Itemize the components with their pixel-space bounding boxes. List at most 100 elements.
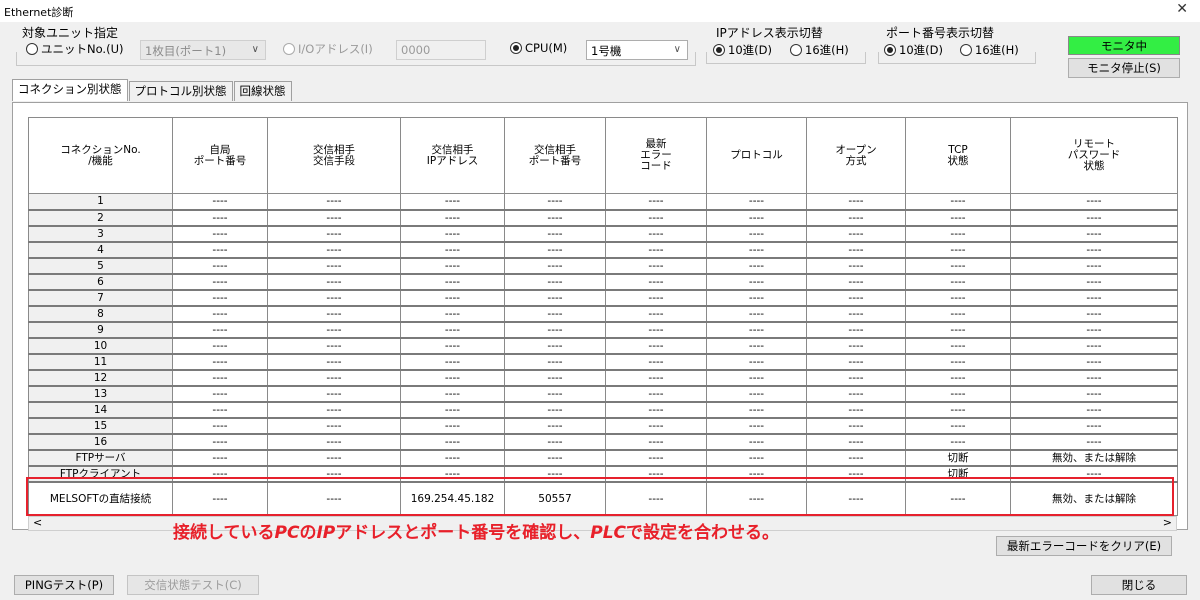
tab-line-status[interactable]: 回線状態 [233, 81, 292, 101]
table-cell: ---- [1010, 417, 1178, 435]
table-cell: ---- [605, 401, 707, 419]
table-cell: ---- [806, 401, 906, 419]
tab-protocol-status[interactable]: プロトコル別状態 [128, 81, 233, 101]
table-cell: ---- [806, 337, 906, 355]
target-unit-group-label: 対象ユニット指定 [22, 26, 119, 40]
row-label-cell: 11 [28, 353, 173, 371]
tab-connection-status[interactable]: コネクション別状態 [12, 79, 128, 101]
table-cell: ---- [400, 209, 505, 227]
annotation-text: 接続しているPCのIPアドレスとポート番号を確認し、PLCで設定を合わせる。 [173, 518, 779, 543]
table-row[interactable]: 7 ---- ---- ---- ---- ---- ---- ---- ---- ---- [28, 289, 1178, 307]
ip-display-group-frame [706, 52, 866, 64]
table-cell: ---- [1010, 321, 1178, 339]
table-cell: ---- [806, 481, 906, 516]
table-cell: ---- [172, 417, 268, 435]
table-cell: ---- [806, 449, 906, 467]
table-row[interactable]: 6 ---- ---- ---- ---- ---- ---- ---- ---- ---- [28, 273, 1178, 291]
port-display-group-frame [878, 52, 1036, 64]
table-cell: ---- [504, 225, 606, 243]
column-header[interactable]: プロトコル [706, 117, 807, 194]
close-icon[interactable]: ✕ [1176, 1, 1188, 17]
monitor-status-indicator: モニタ中 [1068, 36, 1180, 55]
table-cell: ---- [172, 385, 268, 403]
table-cell: ---- [806, 273, 906, 291]
table-cell: ---- [806, 353, 906, 371]
table-row[interactable]: 4 ---- ---- ---- ---- ---- ---- ---- ---- ---- [28, 241, 1178, 259]
table-cell: ---- [400, 433, 505, 451]
table-cell: 切断 [905, 465, 1011, 483]
table-cell: ---- [172, 449, 268, 467]
column-header[interactable]: 交信相手 ポート番号 [504, 117, 606, 194]
table-cell: ---- [905, 433, 1011, 451]
row-label-cell: 1 [28, 193, 173, 211]
table-row[interactable]: 13 ---- ---- ---- ---- ---- ---- ---- ---- ---- [28, 385, 1178, 403]
column-header[interactable]: オープン 方式 [806, 117, 906, 194]
monitor-stop-button[interactable]: モニタ停止(S) [1068, 58, 1180, 78]
table-cell: ---- [605, 417, 707, 435]
table-cell: ---- [706, 273, 807, 291]
table-cell: 無効、または解除 [1010, 449, 1178, 467]
table-row[interactable]: FTPクライアント ---- ---- ---- ---- ---- ---- ---- 切断 -… [28, 465, 1178, 483]
table-cell: ---- [905, 401, 1011, 419]
table-cell: ---- [706, 257, 807, 275]
table-row[interactable]: 8 ---- ---- ---- ---- ---- ---- ---- ---- ---- [28, 305, 1178, 323]
table-row[interactable]: 9 ---- ---- ---- ---- ---- ---- ---- ---- ---- [28, 321, 1178, 339]
table-cell: ---- [504, 289, 606, 307]
table-cell: ---- [706, 417, 807, 435]
table-cell: ---- [400, 449, 505, 467]
table-cell: ---- [905, 209, 1011, 227]
table-row[interactable]: 14 ---- ---- ---- ---- ---- ---- ---- ---- ---- [28, 401, 1178, 419]
annotation-part: の [299, 523, 317, 543]
table-cell: ---- [706, 209, 807, 227]
clear-error-code-button[interactable]: 最新エラーコードをクリア(E) [996, 536, 1172, 556]
table-cell: ---- [1010, 401, 1178, 419]
table-cell: ---- [267, 273, 401, 291]
table-cell: ---- [905, 337, 1011, 355]
column-header[interactable]: 交信相手 交信手段 [267, 117, 401, 194]
column-header[interactable]: 交信相手 IPアドレス [400, 117, 505, 194]
table-cell: ---- [605, 257, 707, 275]
table-cell: 169.254.45.182 [400, 481, 505, 516]
table-cell: ---- [1010, 353, 1178, 371]
annotation-part: PC [274, 523, 300, 543]
column-header[interactable]: 自局 ポート番号 [172, 117, 268, 194]
table-row[interactable]: 3 ---- ---- ---- ---- ---- ---- ---- ---- ---- [28, 225, 1178, 243]
table-cell: ---- [806, 193, 906, 211]
table-cell: ---- [905, 385, 1011, 403]
table-row[interactable]: 11 ---- ---- ---- ---- ---- ---- ---- ---- ---- [28, 353, 1178, 371]
table-row[interactable]: 1 ---- ---- ---- ---- ---- ---- ---- ---- ---- [28, 193, 1178, 211]
table-row[interactable]: 5 ---- ---- ---- ---- ---- ---- ---- ---- ---- [28, 257, 1178, 275]
table-row[interactable]: 16 ---- ---- ---- ---- ---- ---- ---- ---- ---- [28, 433, 1178, 451]
table-cell: ---- [1010, 209, 1178, 227]
row-label-cell: 8 [28, 305, 173, 323]
table-row[interactable]: 15 ---- ---- ---- ---- ---- ---- ---- ---- ---- [28, 417, 1178, 435]
table-cell: ---- [605, 225, 707, 243]
table-cell: ---- [172, 401, 268, 419]
column-header[interactable]: リモート パスワード 状態 [1010, 117, 1178, 194]
row-label-cell: 15 [28, 417, 173, 435]
table-row[interactable]: 10 ---- ---- ---- ---- ---- ---- ---- ---- ---- [28, 337, 1178, 355]
chevron-right-icon[interactable]: > [1163, 516, 1172, 529]
column-header[interactable]: コネクションNo. /機能 [28, 117, 173, 194]
table-cell: ---- [1010, 289, 1178, 307]
close-button[interactable]: 閉じる [1091, 575, 1187, 595]
table-cell: ---- [806, 465, 906, 483]
table-cell: ---- [400, 465, 505, 483]
melsoft-direct-connection-row[interactable]: MELSOFTの直結接続 ---- ---- 169.254.45.182 50557-… [28, 481, 1178, 516]
table-cell: ---- [267, 289, 401, 307]
column-header[interactable]: 最新 エラー コード [605, 117, 707, 194]
table-cell: ---- [400, 289, 505, 307]
ping-test-button[interactable]: PINGテスト(P) [14, 575, 114, 595]
row-label-cell: 9 [28, 321, 173, 339]
table-cell: ---- [905, 369, 1011, 387]
table-cell: ---- [905, 273, 1011, 291]
table-cell: ---- [504, 417, 606, 435]
chevron-left-icon[interactable]: < [33, 516, 42, 529]
table-cell: ---- [905, 241, 1011, 259]
table-row[interactable]: 12 ---- ---- ---- ---- ---- ---- ---- ---- ---- [28, 369, 1178, 387]
comm-status-test-button[interactable]: 交信状態テスト(C) [127, 575, 259, 595]
table-row[interactable]: 2 ---- ---- ---- ---- ---- ---- ---- ---- ---- [28, 209, 1178, 227]
column-header[interactable]: TCP 状態 [905, 117, 1011, 194]
table-cell: ---- [504, 449, 606, 467]
table-row[interactable]: FTPサーバ ---- ---- ---- ---- ---- ---- ---- 切断 無効、ま… [28, 449, 1178, 467]
